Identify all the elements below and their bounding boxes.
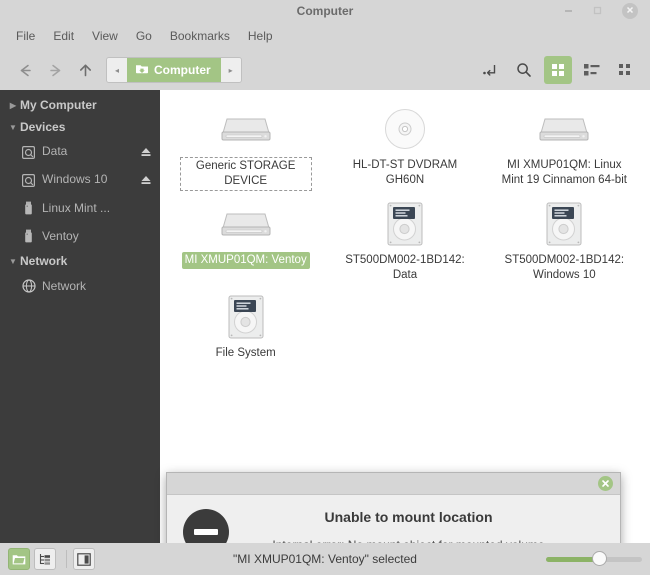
menu-edit[interactable]: Edit: [45, 26, 82, 46]
sidebar-item-network[interactable]: Network: [0, 272, 160, 300]
menu-go[interactable]: Go: [128, 26, 160, 46]
sidebar-item-text: Data: [42, 144, 68, 158]
globe-icon: [22, 279, 42, 293]
file-item-st500dm002-data[interactable]: ST500DM002-1BD142: Data: [325, 193, 484, 284]
sidebar-group-label: Network: [20, 254, 68, 268]
file-item-file-system[interactable]: File System: [166, 286, 325, 362]
menu-file[interactable]: File: [8, 26, 43, 46]
file-item-label: HL-DT-ST DVDRAM GH60N: [352, 159, 458, 186]
up-icon[interactable]: [70, 57, 100, 83]
sidebar-item-label: Data: [42, 144, 138, 160]
hard-disk-icon: [387, 201, 423, 247]
menubar: File Edit View Go Bookmarks Help: [0, 22, 650, 50]
window-titlebar: Computer: [0, 0, 650, 22]
file-item-dvdram[interactable]: HL-DT-ST DVDRAM GH60N: [325, 98, 484, 191]
file-manager-window: Computer File Edit View Go Bookmarks Hel…: [0, 0, 650, 575]
breadcrumb-item-computer[interactable]: Computer: [127, 58, 221, 82]
dialog-close-button[interactable]: [598, 476, 613, 491]
sidebar-item-data[interactable]: Data: [0, 138, 160, 166]
maximize-button[interactable]: [589, 3, 605, 19]
file-item-label: ST500DM002-1BD142: Windows 10: [504, 254, 625, 281]
back-icon[interactable]: [10, 57, 40, 83]
icon-grid: Generic STORAGE DEVICE HL-DT-ST DVDRAM G…: [160, 90, 650, 362]
file-item-label: Generic STORAGE DEVICE: [179, 157, 312, 191]
file-item-label: MI XMUP01QM: Ventoy: [181, 252, 310, 269]
breadcrumb: ◂ Computer ▸: [106, 57, 242, 83]
sidebar-group-label: Devices: [20, 120, 66, 134]
eject-icon[interactable]: [138, 174, 154, 186]
external-drive-icon: [219, 201, 273, 247]
zoom-slider[interactable]: [546, 551, 642, 567]
sidebar-item-windows-10[interactable]: Windows 10: [0, 166, 160, 194]
sidebar-item-text: Windows 10: [42, 172, 108, 186]
file-item-mi-xmup01qm-linux-mint[interactable]: MI XMUP01QM: Linux Mint 19 Cinnamon 64-b…: [485, 98, 644, 191]
hard-disk-icon: [228, 294, 264, 340]
forward-icon[interactable]: [40, 57, 70, 83]
chevron-down-icon: ▼: [9, 122, 17, 132]
sidebar: ▶ My Computer ▼ Devices Data Windows 10 …: [0, 90, 160, 543]
search-icon[interactable]: [510, 56, 538, 84]
sidebar-item-label: Ventoy: [42, 229, 79, 243]
toolbar: ◂ Computer ▸: [0, 50, 650, 90]
sidebar-icon[interactable]: [73, 548, 95, 570]
sidebar-item-label: Linux Mint ...: [42, 201, 111, 215]
file-item-mi-xmup01qm-ventoy[interactable]: MI XMUP01QM: Ventoy: [166, 193, 325, 284]
file-item-label: ST500DM002-1BD142: Data: [345, 254, 465, 281]
sidebar-item-label: Network: [42, 279, 87, 293]
icon-view-button[interactable]: [544, 56, 572, 84]
sidebar-group-my-computer[interactable]: ▶ My Computer: [0, 94, 160, 116]
close-button[interactable]: [622, 3, 638, 19]
zoom-knob[interactable]: [591, 551, 607, 566]
folder-icon[interactable]: [8, 548, 30, 570]
menu-view[interactable]: View: [84, 26, 126, 46]
sidebar-group-network[interactable]: ▼ Network: [0, 250, 160, 272]
breadcrumb-prev-button[interactable]: ◂: [107, 58, 127, 82]
hard-disk-icon: [546, 201, 582, 247]
chevron-right-icon: ▶: [9, 100, 17, 110]
file-item-generic-storage-device[interactable]: Generic STORAGE DEVICE: [166, 98, 325, 191]
window-body: ▶ My Computer ▼ Devices Data Windows 10 …: [0, 90, 650, 575]
sidebar-item-ventoy[interactable]: Ventoy: [0, 222, 160, 250]
zoom-fill: [546, 556, 599, 562]
chevron-down-icon: ▼: [9, 256, 17, 266]
external-drive-icon: [537, 106, 591, 152]
breadcrumb-next-button[interactable]: ▸: [220, 58, 241, 82]
menu-bookmarks[interactable]: Bookmarks: [162, 26, 238, 46]
list-view-button[interactable]: [578, 56, 606, 84]
toolbar-right-group: [476, 56, 640, 84]
file-item-label: File System: [215, 347, 276, 359]
menu-help[interactable]: Help: [240, 26, 281, 46]
sidebar-item-linux-mint[interactable]: Linux Mint ...: [0, 194, 160, 222]
minimize-button[interactable]: [560, 3, 576, 19]
compact-view-button[interactable]: [612, 56, 640, 84]
path-entry-icon[interactable]: [476, 56, 504, 84]
usb-drive-icon: [22, 201, 42, 215]
statusbar: "MI XMUP01QM: Ventoy" selected: [0, 543, 650, 575]
hard-disk-icon: [22, 145, 42, 159]
external-drive-icon: [219, 106, 273, 152]
statusbar-divider: [66, 550, 67, 568]
window-title: Computer: [296, 4, 354, 18]
sidebar-item-label: Windows 10: [42, 172, 138, 188]
breadcrumb-label: Computer: [154, 63, 211, 77]
hard-disk-icon: [22, 173, 42, 187]
computer-folder-icon: [135, 62, 149, 79]
dialog-heading: Unable to mount location: [324, 509, 493, 525]
tree-icon[interactable]: [34, 548, 56, 570]
usb-drive-icon: [22, 229, 42, 243]
dialog-titlebar: [167, 473, 620, 495]
file-item-label: MI XMUP01QM: Linux Mint 19 Cinnamon 64-b…: [501, 159, 627, 186]
sidebar-group-devices[interactable]: ▼ Devices: [0, 116, 160, 138]
sidebar-group-label: My Computer: [20, 98, 97, 112]
optical-disc-icon: [384, 106, 426, 152]
eject-icon[interactable]: [138, 146, 154, 158]
file-item-st500dm002-windows-10[interactable]: ST500DM002-1BD142: Windows 10: [485, 193, 644, 284]
